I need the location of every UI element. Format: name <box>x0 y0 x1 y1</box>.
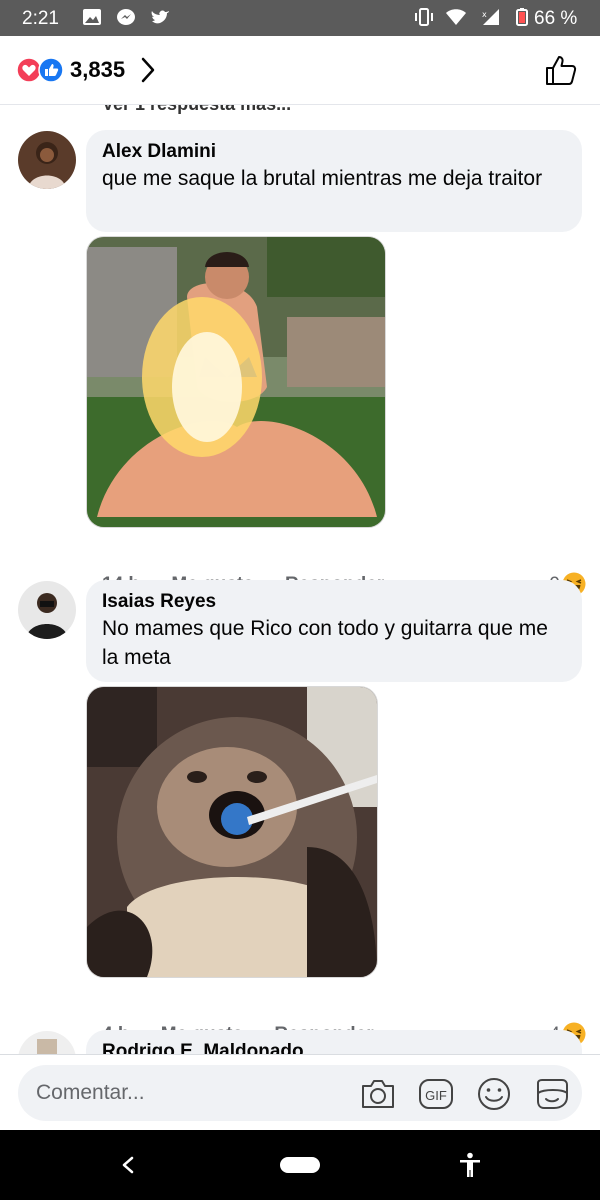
avatar-image <box>18 131 76 189</box>
battery-percentage: 66 % <box>534 8 578 29</box>
reactions-header[interactable]: 3,835 <box>0 36 600 105</box>
twitter-notification-icon <box>151 10 169 24</box>
love-reaction-icon <box>16 57 42 83</box>
comment-input-placeholder: Comentar... <box>36 1081 145 1104</box>
status-time: 2:21 <box>22 8 59 29</box>
gallery-notification-icon <box>83 9 101 25</box>
camera-icon[interactable] <box>360 1077 396 1111</box>
vibrate-icon <box>415 8 433 26</box>
comment-text: No mames que Rico con todo y guitarra qu… <box>102 617 548 669</box>
thumbs-up-outline-icon[interactable] <box>544 54 578 86</box>
chevron-right-icon[interactable] <box>140 56 156 84</box>
avatar[interactable] <box>18 581 76 639</box>
svg-text:GIF: GIF <box>425 1088 447 1103</box>
cell-signal-icon: x <box>482 9 499 25</box>
comment-bubble[interactable]: Alex Dlamini que me saque la brutal mien… <box>86 130 582 232</box>
comment-input[interactable]: Comentar... GIF <box>18 1065 582 1121</box>
avatar-image <box>18 581 76 639</box>
comment-text: que me saque la brutal mientras me deja … <box>102 167 543 190</box>
svg-text:x: x <box>482 10 487 19</box>
comment-bubble[interactable]: Isaias Reyes No mames que Rico con todo … <box>86 580 582 682</box>
wifi-icon <box>446 9 466 25</box>
battery-icon <box>516 8 528 26</box>
comment-author[interactable]: Alex Dlamini <box>102 140 566 164</box>
system-navigation-bar <box>0 1130 600 1200</box>
comment-image[interactable] <box>86 686 378 978</box>
comment-composer: Comentar... GIF <box>0 1054 600 1130</box>
messenger-notification-icon <box>117 9 135 25</box>
avatar[interactable] <box>18 131 76 189</box>
reaction-count: 3,835 <box>70 57 126 82</box>
reaction-icons <box>16 57 64 83</box>
status-bar: 2:21 x 66 % <box>0 0 600 36</box>
accessibility-icon[interactable] <box>458 1152 482 1178</box>
comment-image[interactable] <box>86 236 386 528</box>
emoji-icon[interactable] <box>476 1077 512 1111</box>
sticker-icon[interactable] <box>534 1077 570 1111</box>
home-button[interactable] <box>280 1157 320 1173</box>
back-icon[interactable] <box>120 1155 136 1175</box>
like-reaction-icon <box>38 57 64 83</box>
fire-photo-image <box>87 237 385 527</box>
comment-author[interactable]: Isaias Reyes <box>102 590 566 614</box>
monkey-photo-image <box>87 687 377 977</box>
gif-icon[interactable]: GIF <box>418 1077 454 1111</box>
comments-sheet: 3,835 Ver 1 respuesta más... Alex Dlamin… <box>0 36 600 1130</box>
